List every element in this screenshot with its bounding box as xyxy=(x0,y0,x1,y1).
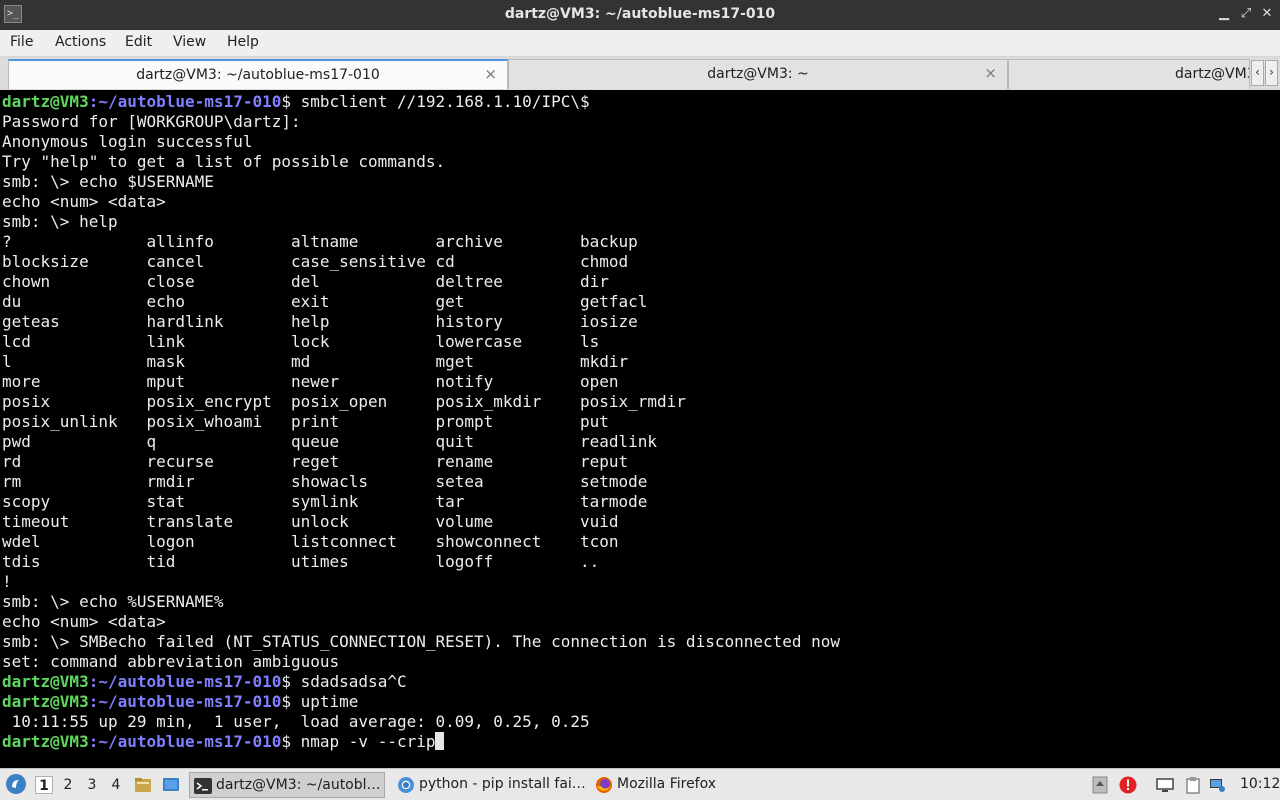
tab-scroll-left-button[interactable]: ‹ xyxy=(1251,60,1264,86)
file-manager-icon[interactable] xyxy=(134,776,152,794)
terminal-output-line: Try "help" to get a list of possible com… xyxy=(2,152,446,171)
terminal-output-line: blocksize cancel case_sensitive cd chmod xyxy=(2,252,629,271)
close-window-button[interactable]: ✕ xyxy=(1258,6,1276,21)
terminal-output-line: Anonymous login successful xyxy=(2,132,253,151)
window-title: dartz@VM3: ~/autoblue-ms17-010 xyxy=(504,6,776,22)
terminal-output-line: set: command abbreviation ambiguous xyxy=(2,652,340,671)
terminal-output-line: ? allinfo altname archive backup xyxy=(2,232,638,251)
maximize-button[interactable]: ⤢ xyxy=(1237,6,1255,21)
taskbar-button-label: Mozilla Firefox xyxy=(617,776,717,792)
terminal-output-line: pwd q queue quit readlink xyxy=(2,432,658,451)
prompt-command: $ nmap -v --crip xyxy=(281,732,436,751)
terminal-prompt-line: dartz@VM3:~/autoblue-ms17-010$ sdadsadsa… xyxy=(2,672,407,692)
terminal-output[interactable]: dartz@VM3:~/autoblue-ms17-010$ smbclient… xyxy=(0,90,1280,768)
firefox-icon xyxy=(596,777,612,793)
terminal-output-line: ! xyxy=(2,572,12,591)
tab-close-icon[interactable]: × xyxy=(984,64,997,82)
tab-label: dartz@VM3 xyxy=(1175,66,1250,82)
prompt-path: :~/autoblue-ms17-010 xyxy=(88,672,282,691)
terminal-output-line: 10:11:55 up 29 min, 1 user, load average… xyxy=(2,712,590,731)
terminal-output-line: posix_unlink posix_whoami print prompt p… xyxy=(2,412,609,431)
prompt-path: :~/autoblue-ms17-010 xyxy=(88,692,282,711)
show-desktop-icon[interactable] xyxy=(162,776,180,794)
taskbar-terminal-button[interactable]: dartz@VM3: ~/autobl… xyxy=(189,772,385,798)
taskbar-chromium-button[interactable]: python - pip install fai… xyxy=(393,772,589,798)
tab-home[interactable]: dartz@VM3: ~ × xyxy=(508,59,1008,89)
menu-edit[interactable]: Edit xyxy=(125,34,152,50)
chromium-icon xyxy=(398,777,414,793)
text-cursor xyxy=(435,732,445,750)
tab-third[interactable]: dartz@VM3 xyxy=(1008,59,1250,89)
menu-view[interactable]: View xyxy=(173,34,206,50)
prompt-command: $ smbclient //192.168.1.10/IPC\$ xyxy=(281,92,590,111)
alert-icon[interactable] xyxy=(1119,776,1137,794)
terminal-output-line: echo <num> <data> xyxy=(2,192,166,211)
terminal-output-line: timeout translate unlock volume vuid xyxy=(2,512,619,531)
terminal-output-line: l mask md mget mkdir xyxy=(2,352,629,371)
terminal-output-line: wdel logon listconnect showconnect tcon xyxy=(2,532,619,551)
menu-actions[interactable]: Actions xyxy=(55,34,106,50)
clock[interactable]: 10:12 xyxy=(1240,776,1280,792)
monitor-icon[interactable] xyxy=(1156,776,1174,794)
clipboard-icon[interactable] xyxy=(1184,776,1202,794)
terminal-output-line: scopy stat symlink tar tarmode xyxy=(2,492,648,511)
menu-bar: File Actions Edit View Help xyxy=(0,30,1280,57)
window-titlebar: >_ dartz@VM3: ~/autoblue-ms17-010 ▁ ⤢ ✕ xyxy=(0,0,1280,30)
prompt-command: $ sdadsadsa^C xyxy=(281,672,407,691)
terminal-output-line: smb: \> echo %USERNAME% xyxy=(2,592,224,611)
prompt-path: :~/autoblue-ms17-010 xyxy=(88,92,282,111)
minimize-button[interactable]: ▁ xyxy=(1215,6,1233,21)
start-menu-icon xyxy=(7,775,25,793)
terminal-output-line: lcd link lock lowercase ls xyxy=(2,332,600,351)
terminal-output-line: du echo exit get getfacl xyxy=(2,292,648,311)
prompt-user: dartz@VM3 xyxy=(2,732,89,751)
tab-label: dartz@VM3: ~/autoblue-ms17-010 xyxy=(136,67,380,83)
prompt-user: dartz@VM3 xyxy=(2,92,89,111)
terminal-prompt-line: dartz@VM3:~/autoblue-ms17-010$ nmap -v -… xyxy=(2,732,445,752)
workspace-1[interactable]: 1 xyxy=(35,776,53,794)
prompt-user: dartz@VM3 xyxy=(2,672,89,691)
tab-close-icon[interactable]: × xyxy=(484,65,497,83)
prompt-user: dartz@VM3 xyxy=(2,692,89,711)
terminal-icon xyxy=(194,778,212,794)
terminal-output-line: smb: \> help xyxy=(2,212,118,231)
terminal-output-line: geteas hardlink help history iosize xyxy=(2,312,638,331)
terminal-output-line: posix posix_encrypt posix_open posix_mkd… xyxy=(2,392,686,411)
tab-scroll-right-button[interactable]: › xyxy=(1265,60,1278,86)
terminal-output-line: more mput newer notify open xyxy=(2,372,619,391)
terminal-output-line: chown close del deltree dir xyxy=(2,272,609,291)
prompt-path: :~/autoblue-ms17-010 xyxy=(88,732,282,751)
tab-label: dartz@VM3: ~ xyxy=(707,66,809,82)
terminal-output-line: tdis tid utimes logoff .. xyxy=(2,552,600,571)
taskbar-button-label: dartz@VM3: ~/autobl… xyxy=(216,777,381,793)
taskbar-button-label: python - pip install fai… xyxy=(419,776,586,792)
menu-file[interactable]: File xyxy=(10,34,33,50)
terminal-prompt-line: dartz@VM3:~/autoblue-ms17-010$ smbclient… xyxy=(2,92,590,112)
tab-bar: dartz@VM3: ~/autoblue-ms17-010 × dartz@V… xyxy=(0,57,1280,91)
terminal-output-line: smb: \> echo $USERNAME xyxy=(2,172,214,191)
workspace-3[interactable]: 3 xyxy=(83,776,101,794)
terminal-output-line: rm rmdir showacls setea setmode xyxy=(2,472,648,491)
terminal-output-line: Password for [WORKGROUP\dartz]: xyxy=(2,112,301,131)
workspace-2[interactable]: 2 xyxy=(59,776,77,794)
terminal-output-line: rd recurse reget rename reput xyxy=(2,452,629,471)
workspace-4[interactable]: 4 xyxy=(107,776,125,794)
terminal-output-line: smb: \> SMBecho failed (NT_STATUS_CONNEC… xyxy=(2,632,841,651)
network-icon[interactable] xyxy=(1208,776,1226,794)
prompt-command: $ uptime xyxy=(281,692,359,711)
terminal-output-line: echo <num> <data> xyxy=(2,612,166,631)
tab-autoblue[interactable]: dartz@VM3: ~/autoblue-ms17-010 × xyxy=(8,59,508,89)
tray-up-icon[interactable] xyxy=(1091,776,1109,794)
taskbar: 1 2 3 4 dartz@VM3: ~/autobl… python - pi… xyxy=(0,768,1280,800)
menu-help[interactable]: Help xyxy=(227,34,259,50)
taskbar-firefox-button[interactable]: Mozilla Firefox xyxy=(591,772,787,798)
start-menu-button[interactable] xyxy=(6,774,26,794)
terminal-prompt-line: dartz@VM3:~/autoblue-ms17-010$ uptime xyxy=(2,692,358,712)
